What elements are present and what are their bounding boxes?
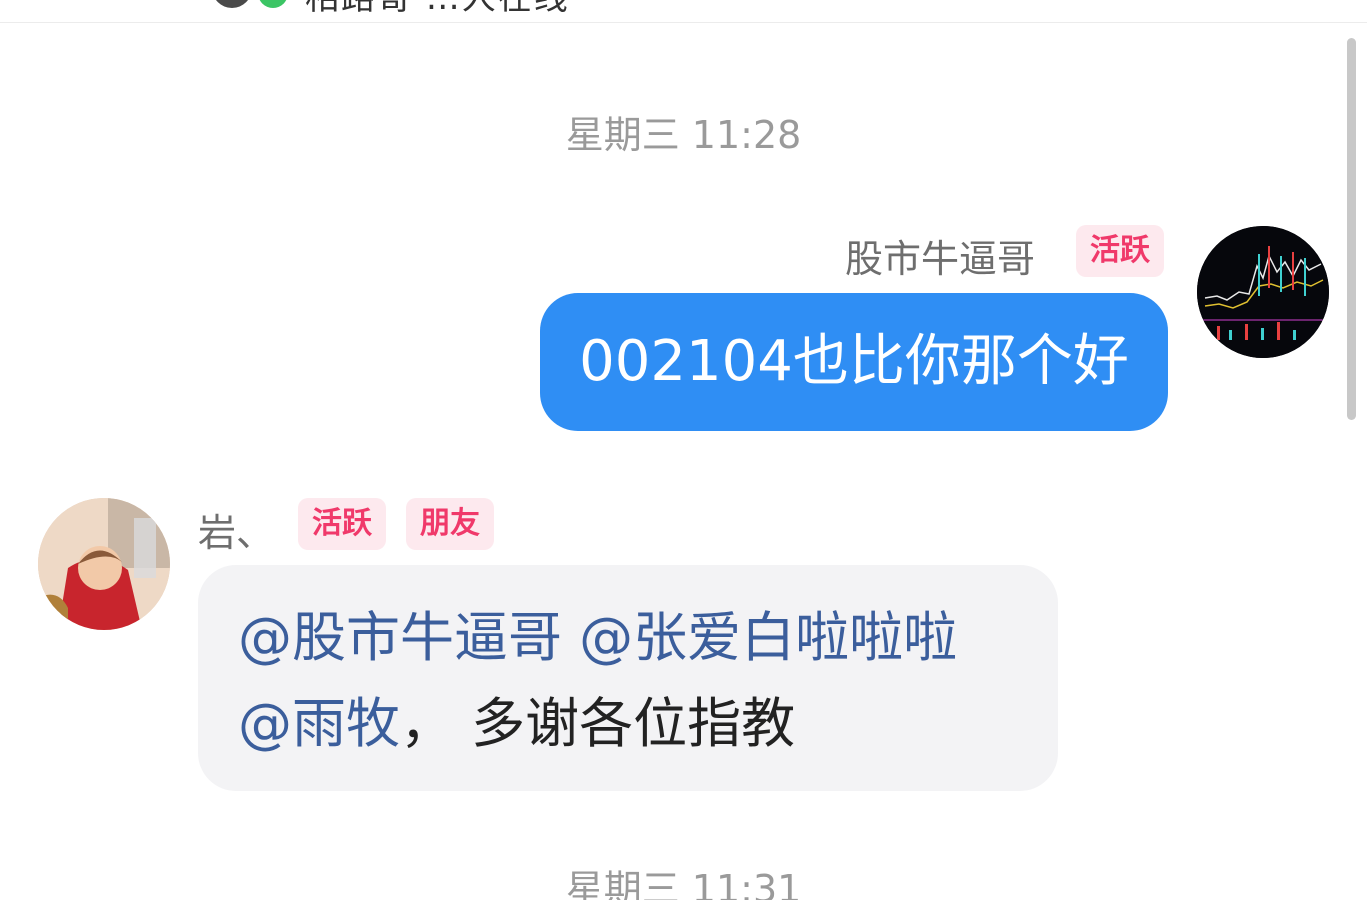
chat-header: 相路哥 …人在线 (0, 0, 1367, 23)
incoming-message-bubble[interactable]: @股市牛逼哥 @张爱白啦啦啦 @雨牧， 多谢各位指教 (198, 565, 1058, 791)
scrollbar[interactable] (1347, 38, 1356, 420)
active-badge: 活跃 (298, 498, 386, 550)
message-text: ， 多谢各位指教 (400, 692, 796, 755)
chat-header-title: 相路哥 …人在线 (305, 0, 570, 19)
mention-link[interactable]: @张爱白啦啦啦 (579, 606, 957, 669)
online-status-icon (258, 0, 288, 8)
stock-chart-avatar-image (1197, 226, 1329, 358)
message-timestamp: 星期三 11:28 (565, 113, 802, 157)
mention-link[interactable]: @雨牧 (238, 692, 400, 755)
stock-chart-avatar[interactable] (1197, 226, 1329, 358)
sender-name[interactable]: 岩、 (198, 502, 274, 557)
chat-window: 相路哥 …人在线 星期三 11:28 股市牛逼哥 活跃 002104也比你那个好 (0, 0, 1367, 900)
outgoing-message-bubble[interactable]: 002104也比你那个好 (540, 293, 1168, 431)
sender-name[interactable]: 股市牛逼哥 (845, 228, 1035, 283)
message-timestamp: 星期三 11:31 (565, 867, 802, 900)
group-avatar[interactable] (212, 0, 252, 8)
message-line: @股市牛逼哥 @张爱白啦啦啦 (238, 595, 1058, 681)
baby-photo-avatar-image (38, 498, 170, 630)
friend-badge: 朋友 (406, 498, 494, 550)
message-line: @雨牧， 多谢各位指教 (238, 681, 1058, 767)
mention-link[interactable]: @股市牛逼哥 (238, 606, 562, 669)
baby-photo-avatar[interactable] (38, 498, 170, 630)
active-badge: 活跃 (1076, 225, 1164, 277)
